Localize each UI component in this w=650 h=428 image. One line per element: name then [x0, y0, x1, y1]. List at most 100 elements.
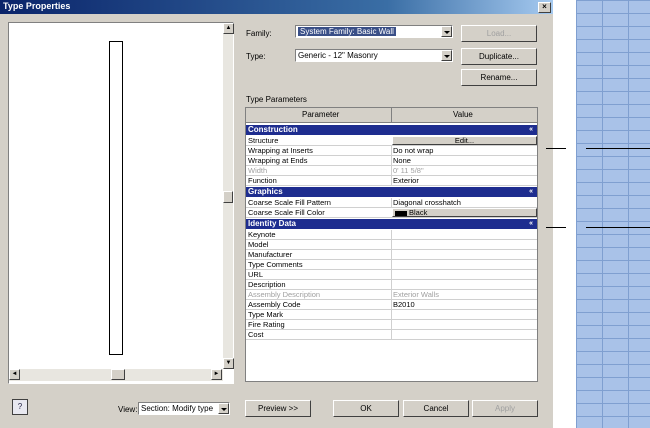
preview-button[interactable]: Preview >>	[245, 400, 311, 417]
param-value[interactable]: Do not wrap	[393, 146, 433, 155]
vertical-scrollbar[interactable]: ▲ ▼	[223, 23, 234, 369]
param-row-function[interactable]: Function Exterior	[246, 176, 537, 186]
param-row-structure[interactable]: Structure Edit...	[246, 136, 537, 146]
edit-structure-button[interactable]: Edit...	[392, 136, 537, 145]
cancel-button[interactable]: Cancel	[403, 400, 469, 417]
apply-button[interactable]: Apply	[472, 400, 538, 417]
type-parameters-grid[interactable]: Parameter Value Construction « Structure…	[245, 107, 538, 382]
group-label: Identity Data	[248, 219, 297, 228]
color-swatch	[395, 210, 407, 216]
param-value[interactable]: B2010	[393, 300, 415, 309]
param-row-assembly-description: Assembly Description Exterior Walls	[246, 290, 537, 300]
leader-line	[546, 227, 566, 228]
wall-section-preview	[109, 41, 123, 355]
param-name: Assembly Description	[248, 290, 321, 299]
family-dropdown[interactable]: System Family: Basic Wall	[295, 25, 453, 38]
param-row-description[interactable]: Description	[246, 280, 537, 290]
scroll-down-icon[interactable]: ▼	[223, 358, 234, 369]
chevron-down-icon[interactable]	[218, 403, 229, 414]
chevron-down-icon[interactable]	[441, 26, 452, 37]
param-row-fill-color[interactable]: Coarse Scale Fill Color Black	[246, 208, 537, 218]
horizontal-scroll-thumb[interactable]	[111, 369, 125, 380]
type-label: Type:	[246, 52, 266, 61]
param-name: Width	[248, 166, 268, 175]
param-name: Keynote	[248, 230, 276, 239]
grid-header: Parameter Value	[246, 108, 537, 123]
value-column-header: Value	[453, 110, 473, 119]
preview-pane[interactable]: ▲ ▼ ◄ ►	[8, 22, 234, 384]
param-name: Description	[248, 280, 286, 289]
view-label: View:	[118, 405, 138, 414]
param-name: Function	[248, 176, 277, 185]
view-dropdown[interactable]: Section: Modify type	[138, 402, 230, 415]
collapse-icon[interactable]: «	[529, 219, 533, 229]
param-name: Wrapping at Inserts	[248, 146, 313, 155]
param-name: Coarse Scale Fill Pattern	[248, 198, 331, 207]
scroll-right-icon[interactable]: ►	[211, 369, 222, 380]
param-name: Model	[248, 240, 269, 249]
rename-button[interactable]: Rename...	[461, 69, 537, 86]
leader-line	[546, 148, 566, 149]
type-value: Generic - 12" Masonry	[298, 51, 378, 60]
window-title: Type Properties	[3, 1, 71, 11]
ok-button[interactable]: OK	[333, 400, 399, 417]
param-row-assembly-code[interactable]: Assembly Code B2010	[246, 300, 537, 310]
param-name: Cost	[248, 330, 264, 339]
param-row-cost[interactable]: Cost	[246, 330, 537, 340]
leader-line	[586, 148, 650, 149]
group-identity-data[interactable]: Identity Data «	[246, 219, 537, 229]
param-value: 0' 11 5/8"	[393, 166, 424, 175]
type-properties-dialog: Type Properties × ▲ ▼ ◄ ► Family: System…	[0, 0, 553, 428]
param-name: Type Mark	[248, 310, 284, 319]
param-row-wrapping-at-ends[interactable]: Wrapping at Ends None	[246, 156, 537, 166]
chevron-down-icon[interactable]	[441, 50, 452, 61]
param-value[interactable]: Diagonal crosshatch	[393, 198, 461, 207]
param-name: Fire Rating	[248, 320, 285, 329]
family-value: System Family: Basic Wall	[298, 27, 396, 36]
title-bar[interactable]: Type Properties ×	[0, 0, 553, 14]
param-row-wrapping-at-inserts[interactable]: Wrapping at Inserts Do not wrap	[246, 146, 537, 156]
param-row-model[interactable]: Model	[246, 240, 537, 250]
group-label: Graphics	[248, 187, 283, 196]
param-row-keynote[interactable]: Keynote	[246, 230, 537, 240]
parameter-column-header: Parameter	[302, 110, 340, 119]
param-name: Structure	[248, 136, 279, 145]
duplicate-button[interactable]: Duplicate...	[461, 48, 537, 65]
help-icon[interactable]: ?	[12, 399, 28, 415]
param-name: Type Comments	[248, 260, 303, 269]
close-button[interactable]: ×	[538, 2, 551, 13]
horizontal-scrollbar[interactable]: ◄ ►	[9, 369, 223, 381]
param-row-type-comments[interactable]: Type Comments	[246, 260, 537, 270]
param-row-manufacturer[interactable]: Manufacturer	[246, 250, 537, 260]
param-name: URL	[248, 270, 264, 279]
group-graphics[interactable]: Graphics «	[246, 187, 537, 197]
param-name: Assembly Code	[248, 300, 301, 309]
group-construction[interactable]: Construction «	[246, 125, 537, 135]
param-value[interactable]: Exterior	[393, 176, 419, 185]
brick-wall-drawing	[576, 0, 650, 428]
param-row-width: Width 0' 11 5/8"	[246, 166, 537, 176]
group-label: Construction	[248, 125, 298, 134]
param-row-url[interactable]: URL	[246, 270, 537, 280]
type-dropdown[interactable]: Generic - 12" Masonry	[295, 49, 453, 62]
fill-color-value: Black	[409, 208, 428, 217]
param-value[interactable]: None	[393, 156, 411, 165]
vertical-scroll-thumb[interactable]	[223, 191, 233, 203]
param-name: Manufacturer	[248, 250, 293, 259]
leader-line	[586, 227, 650, 228]
view-value: Section: Modify type	[141, 404, 214, 413]
family-label: Family:	[246, 29, 272, 38]
scroll-left-icon[interactable]: ◄	[9, 369, 20, 380]
fill-color-button[interactable]: Black	[392, 208, 537, 217]
param-name: Wrapping at Ends	[248, 156, 308, 165]
param-row-fire-rating[interactable]: Fire Rating	[246, 320, 537, 330]
param-row-type-mark[interactable]: Type Mark	[246, 310, 537, 320]
scroll-up-icon[interactable]: ▲	[223, 23, 234, 34]
type-parameters-heading: Type Parameters	[246, 95, 307, 104]
column-divider[interactable]	[391, 108, 392, 122]
collapse-icon[interactable]: «	[529, 187, 533, 197]
collapse-icon[interactable]: «	[529, 125, 533, 135]
load-button[interactable]: Load...	[461, 25, 537, 42]
param-value: Exterior Walls	[393, 290, 439, 299]
param-row-fill-pattern[interactable]: Coarse Scale Fill Pattern Diagonal cross…	[246, 198, 537, 208]
